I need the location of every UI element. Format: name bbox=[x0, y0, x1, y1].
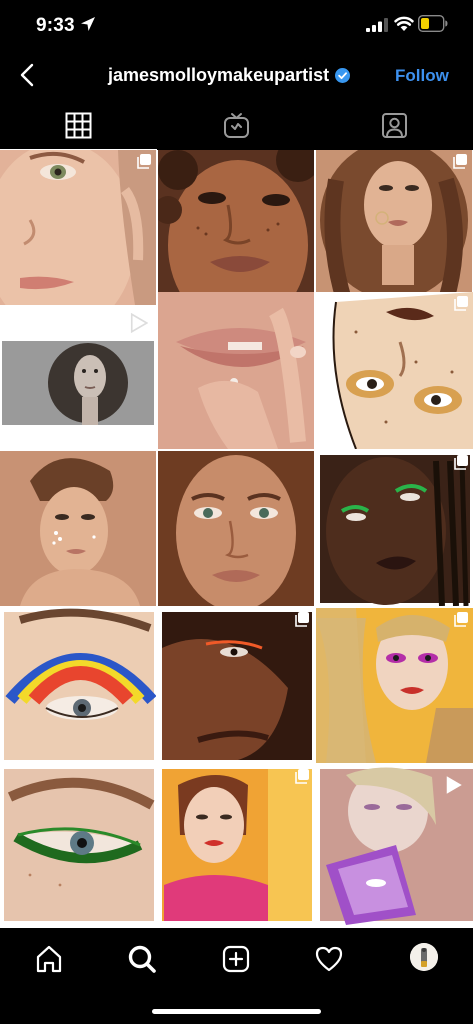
post-thumbnail[interactable] bbox=[158, 608, 314, 763]
post-thumbnail[interactable] bbox=[158, 292, 314, 449]
portrait-image bbox=[158, 150, 314, 305]
tab-grid[interactable] bbox=[0, 100, 157, 150]
post-thumbnail[interactable] bbox=[0, 150, 156, 305]
portrait-image bbox=[316, 451, 473, 606]
illustrated-face-image bbox=[316, 292, 473, 449]
tab-tagged[interactable] bbox=[316, 100, 473, 150]
verified-badge-icon bbox=[335, 68, 351, 83]
profile-tabs bbox=[0, 100, 473, 150]
add-post-icon bbox=[222, 945, 250, 973]
portrait-image bbox=[316, 608, 473, 763]
post-thumbnail[interactable] bbox=[316, 451, 473, 606]
multiple-photos-icon bbox=[295, 612, 309, 627]
home-indicator bbox=[152, 1009, 321, 1014]
portrait-image bbox=[158, 608, 314, 763]
post-thumbnail[interactable] bbox=[0, 765, 156, 928]
post-thumbnail[interactable] bbox=[316, 150, 472, 305]
nav-home[interactable] bbox=[34, 944, 64, 974]
follow-button[interactable]: Follow bbox=[395, 66, 449, 86]
post-thumbnail[interactable] bbox=[158, 150, 314, 305]
nav-search[interactable] bbox=[127, 944, 157, 974]
portrait-image bbox=[0, 451, 156, 606]
home-icon bbox=[36, 945, 62, 973]
tab-igtv[interactable] bbox=[158, 100, 315, 150]
wifi-icon bbox=[394, 16, 414, 31]
video-play-icon bbox=[130, 313, 148, 333]
post-thumbnail[interactable] bbox=[158, 451, 314, 606]
portrait-image bbox=[316, 150, 472, 305]
video-play-icon bbox=[446, 776, 462, 794]
back-chevron-icon[interactable] bbox=[16, 62, 40, 88]
profile-header: jamesmolloymakeupartist Follow bbox=[0, 52, 473, 100]
post-thumbnail[interactable] bbox=[158, 765, 314, 928]
search-icon bbox=[128, 945, 156, 973]
multiple-photos-icon bbox=[454, 455, 468, 470]
profile-username: jamesmolloymakeupartist bbox=[108, 65, 330, 85]
location-arrow-icon bbox=[81, 17, 95, 31]
multiple-photos-icon bbox=[295, 769, 309, 784]
portrait-image bbox=[158, 451, 314, 606]
post-thumbnail[interactable] bbox=[0, 451, 156, 606]
multiple-photos-icon bbox=[454, 296, 468, 311]
post-thumbnail[interactable] bbox=[316, 608, 473, 763]
multiple-photos-icon bbox=[454, 612, 468, 627]
nav-new-post[interactable] bbox=[221, 944, 251, 974]
battery-icon bbox=[418, 15, 448, 32]
status-bar: 9:33 bbox=[0, 0, 473, 52]
username-group: jamesmolloymakeupartist bbox=[108, 65, 351, 86]
status-time: 9:33 bbox=[36, 15, 75, 36]
portrait-image bbox=[158, 765, 314, 928]
grid-icon bbox=[65, 112, 92, 138]
nav-activity[interactable] bbox=[314, 944, 344, 974]
cellular-signal-icon bbox=[366, 18, 388, 32]
activity-heart-icon bbox=[315, 946, 343, 972]
tagged-icon bbox=[382, 112, 407, 138]
green-eyeliner-image bbox=[0, 765, 156, 928]
portrait-image bbox=[0, 150, 156, 305]
avatar-image bbox=[410, 943, 438, 971]
multiple-photos-icon bbox=[453, 154, 467, 169]
post-thumbnail[interactable] bbox=[0, 307, 156, 449]
post-thumbnail[interactable] bbox=[316, 292, 473, 449]
igtv-icon bbox=[224, 112, 249, 138]
post-thumbnail[interactable] bbox=[316, 765, 473, 928]
post-thumbnail[interactable] bbox=[0, 608, 156, 763]
lips-closeup-image bbox=[158, 292, 314, 449]
multiple-photos-icon bbox=[137, 154, 151, 169]
rainbow-eye-image bbox=[0, 608, 156, 763]
nav-profile-avatar[interactable] bbox=[410, 943, 438, 971]
posts-grid bbox=[0, 150, 473, 928]
